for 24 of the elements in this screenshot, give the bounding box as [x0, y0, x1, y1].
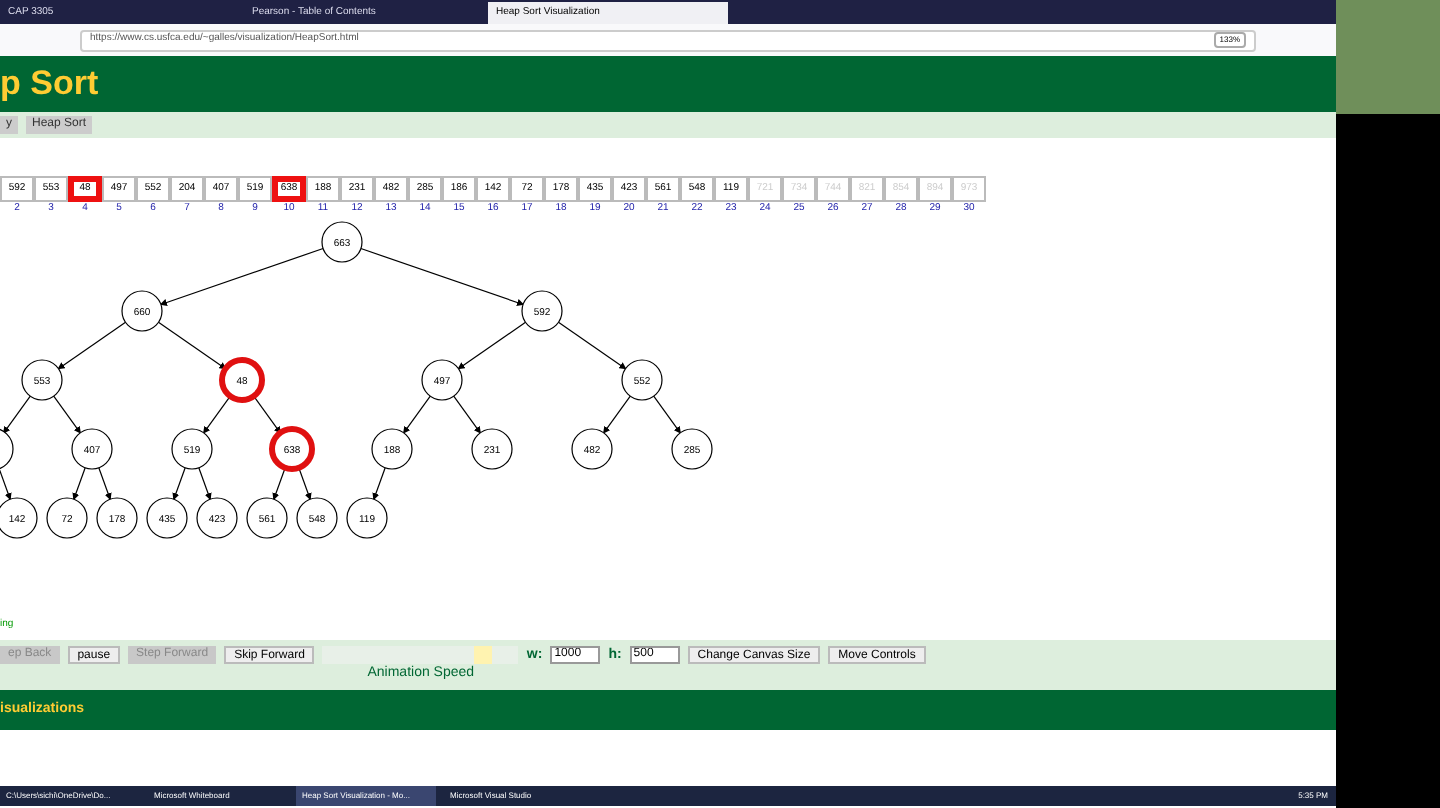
tree-arrow [557, 321, 627, 370]
page-title: p Sort [0, 62, 99, 107]
tree-arrow [653, 395, 681, 434]
tree-arrow [298, 467, 312, 501]
tree-arrow [57, 321, 127, 370]
slider-thumb[interactable] [474, 646, 493, 664]
tree-arrow [603, 395, 631, 434]
tree-arrow [53, 395, 81, 434]
tree-arrow [172, 467, 186, 501]
tree-arrow [198, 467, 212, 501]
photo-placeholder [1336, 0, 1440, 114]
speed-slider[interactable] [322, 646, 519, 664]
tree-arrow [203, 395, 231, 434]
tree-arrow [3, 395, 31, 434]
tree-arrow [403, 395, 431, 434]
tree-arrow [453, 395, 481, 434]
tree-arrow [157, 321, 227, 370]
tree-arrow [457, 321, 527, 370]
tree-arrow [253, 395, 281, 434]
tree-arrow [272, 467, 286, 501]
tree-arrow [0, 467, 12, 501]
tree-arrow [72, 467, 86, 501]
tree-arrow [98, 467, 112, 501]
tree-arrow [372, 467, 386, 501]
